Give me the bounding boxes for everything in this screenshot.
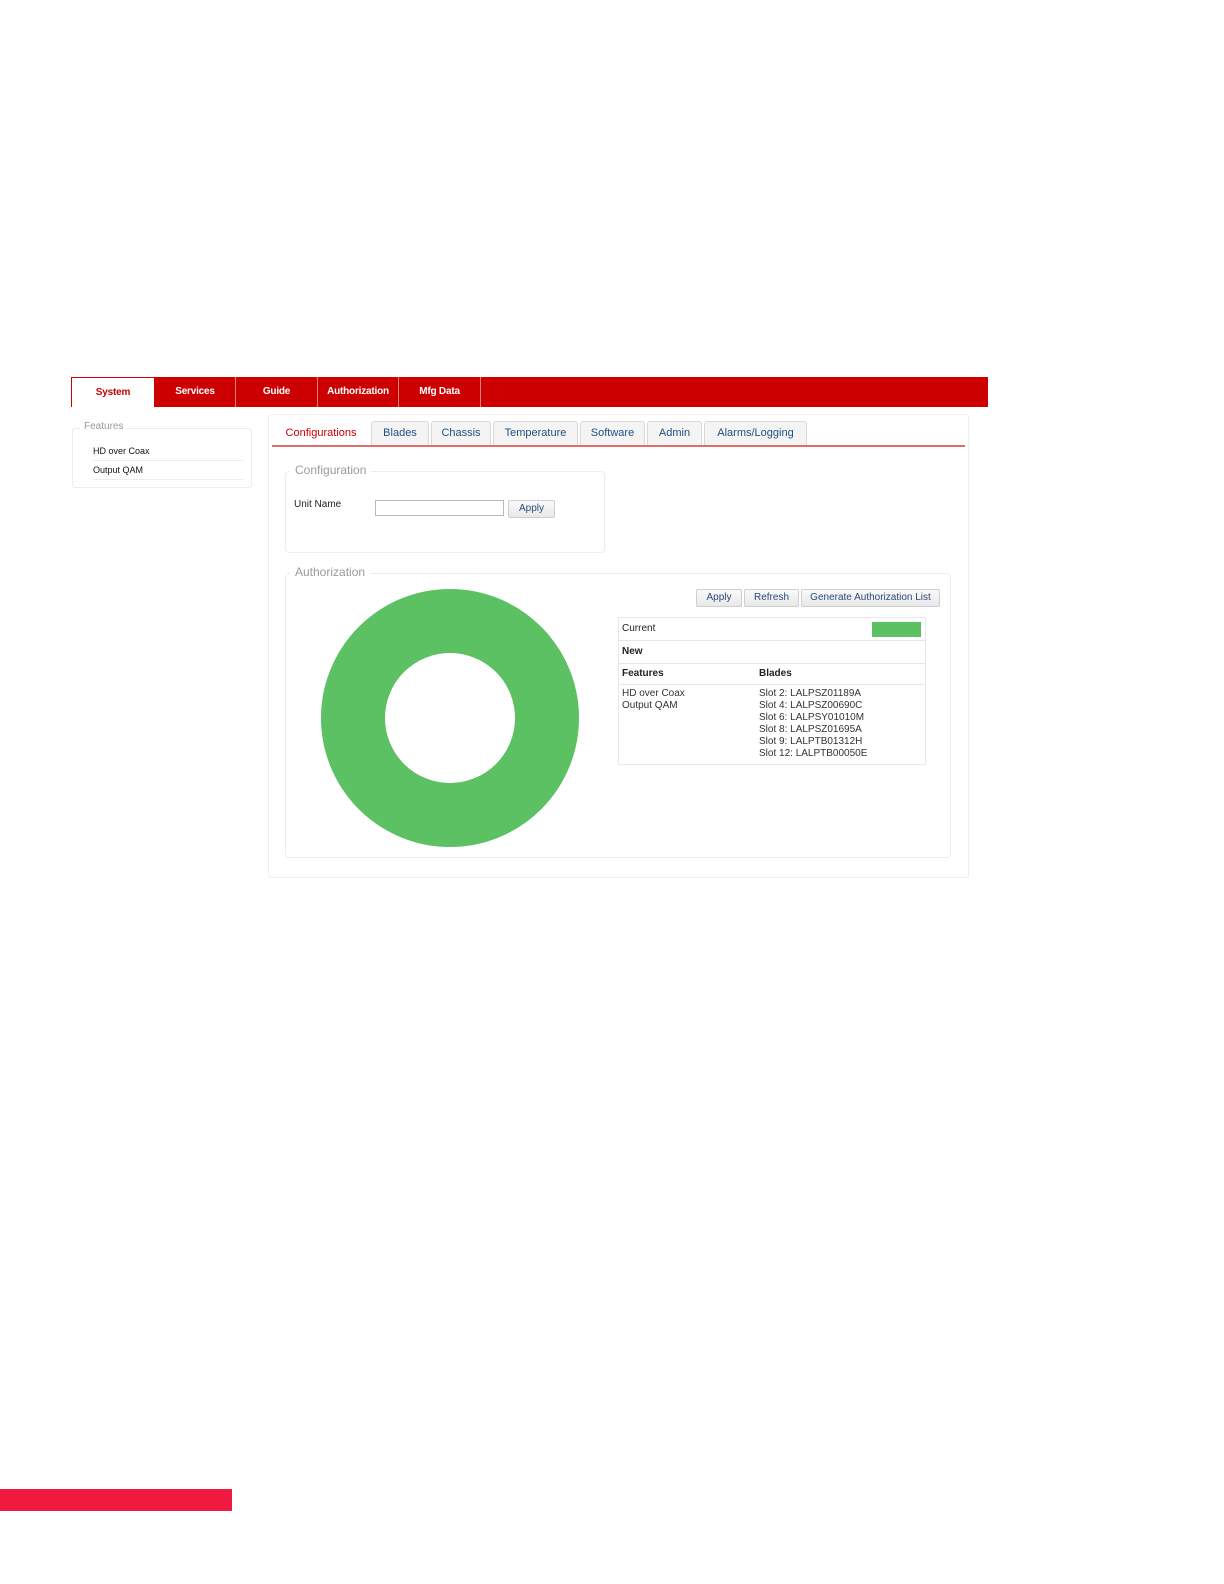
tab-alarms-logging[interactable]: Alarms/Logging bbox=[704, 421, 807, 445]
features-column-header: Features bbox=[622, 668, 664, 679]
feature-item: Output QAM bbox=[622, 700, 678, 711]
nav-tab-system[interactable]: System bbox=[71, 377, 155, 407]
tab-blades[interactable]: Blades bbox=[371, 421, 429, 445]
unit-name-apply-button[interactable]: Apply bbox=[508, 500, 555, 518]
tab-temperature[interactable]: Temperature bbox=[493, 421, 578, 445]
donut-ring bbox=[321, 589, 579, 847]
authorization-legend: Authorization bbox=[290, 565, 371, 579]
footer-accent-bar bbox=[0, 1489, 232, 1511]
blade-item: Slot 6: LALPSY01010M bbox=[759, 712, 865, 723]
authorization-donut-chart bbox=[321, 589, 579, 847]
tab-software[interactable]: Software bbox=[580, 421, 645, 445]
nav-tab-guide[interactable]: Guide bbox=[236, 377, 318, 407]
feature-item: HD over Coax bbox=[622, 688, 685, 699]
configuration-legend: Configuration bbox=[290, 463, 372, 477]
blades-list: Slot 2: LALPSZ01189A Slot 4: LALPSZ00690… bbox=[759, 688, 867, 760]
sidebar-item-hd-over-coax[interactable]: HD over Coax bbox=[93, 446, 243, 461]
unit-name-label: Unit Name bbox=[294, 499, 342, 510]
sidebar-legend: Features bbox=[80, 421, 128, 432]
row-divider bbox=[619, 684, 925, 685]
current-label: Current bbox=[622, 623, 656, 634]
blade-item: Slot 8: LALPSZ01695A bbox=[759, 724, 862, 735]
authorization-refresh-button[interactable]: Refresh bbox=[744, 589, 799, 607]
blade-item: Slot 2: LALPSZ01189A bbox=[759, 688, 862, 699]
sidebar-item-output-qam[interactable]: Output QAM bbox=[93, 465, 243, 480]
tab-configurations[interactable]: Configurations bbox=[274, 421, 368, 445]
row-divider bbox=[619, 640, 925, 641]
row-divider bbox=[619, 663, 925, 664]
generate-authorization-list-button[interactable]: Generate Authorization List bbox=[801, 589, 940, 607]
features-sidebar: HD over Coax Output QAM bbox=[72, 428, 252, 488]
blade-item: Slot 9: LALPTB01312H bbox=[759, 736, 863, 747]
main-nav: System Services Guide Authorization Mfg … bbox=[71, 377, 988, 407]
blade-item: Slot 4: LALPSZ00690C bbox=[759, 700, 863, 711]
nav-tab-authorization[interactable]: Authorization bbox=[318, 377, 399, 407]
tabs-underline bbox=[272, 445, 965, 447]
tab-admin[interactable]: Admin bbox=[647, 421, 702, 445]
blade-item: Slot 12: LALPTB00050E bbox=[759, 748, 868, 759]
unit-name-input[interactable] bbox=[375, 500, 504, 516]
tab-chassis[interactable]: Chassis bbox=[431, 421, 491, 445]
features-list: HD over Coax Output QAM bbox=[622, 688, 685, 712]
current-status-swatch bbox=[872, 622, 921, 637]
blades-column-header: Blades bbox=[759, 668, 792, 679]
new-label: New bbox=[622, 646, 643, 657]
authorization-apply-button[interactable]: Apply bbox=[696, 589, 742, 607]
nav-tab-mfg-data[interactable]: Mfg Data bbox=[399, 377, 481, 407]
nav-tab-services[interactable]: Services bbox=[155, 377, 236, 407]
authorization-info-table: Current New Features Blades HD over Coax… bbox=[618, 617, 926, 765]
